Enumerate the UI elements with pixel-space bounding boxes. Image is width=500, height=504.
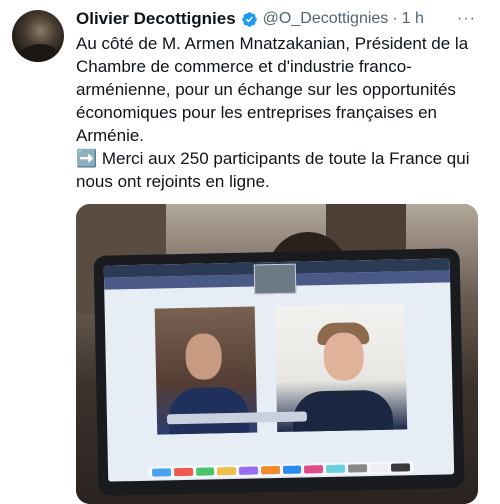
photo-face (185, 333, 223, 380)
tweet-text: Au côté de M. Armen Mnatzakanian, Présid… (76, 34, 470, 191)
photo-suit (168, 386, 250, 435)
tweet-photo[interactable] (76, 204, 478, 504)
author-name[interactable]: Olivier Decottignies (76, 9, 236, 29)
author-handle[interactable]: @O_Decottignies (263, 10, 389, 28)
photo-dock (147, 461, 415, 479)
verified-badge-icon (241, 11, 257, 27)
avatar[interactable] (12, 10, 64, 62)
photo-suit (292, 389, 394, 432)
more-horizontal-icon[interactable]: ··· (457, 10, 476, 28)
tweet-header: Olivier Decottignies @O_Decottignies · 1… (76, 8, 490, 30)
tweet-timestamp[interactable]: 1 h (402, 10, 424, 28)
photo-laptop (93, 248, 465, 496)
photo-face (323, 332, 365, 382)
photo-participant-thumbnail (253, 263, 297, 295)
separator-dot: · (392, 10, 398, 27)
photo-laptop-screen (103, 258, 455, 482)
